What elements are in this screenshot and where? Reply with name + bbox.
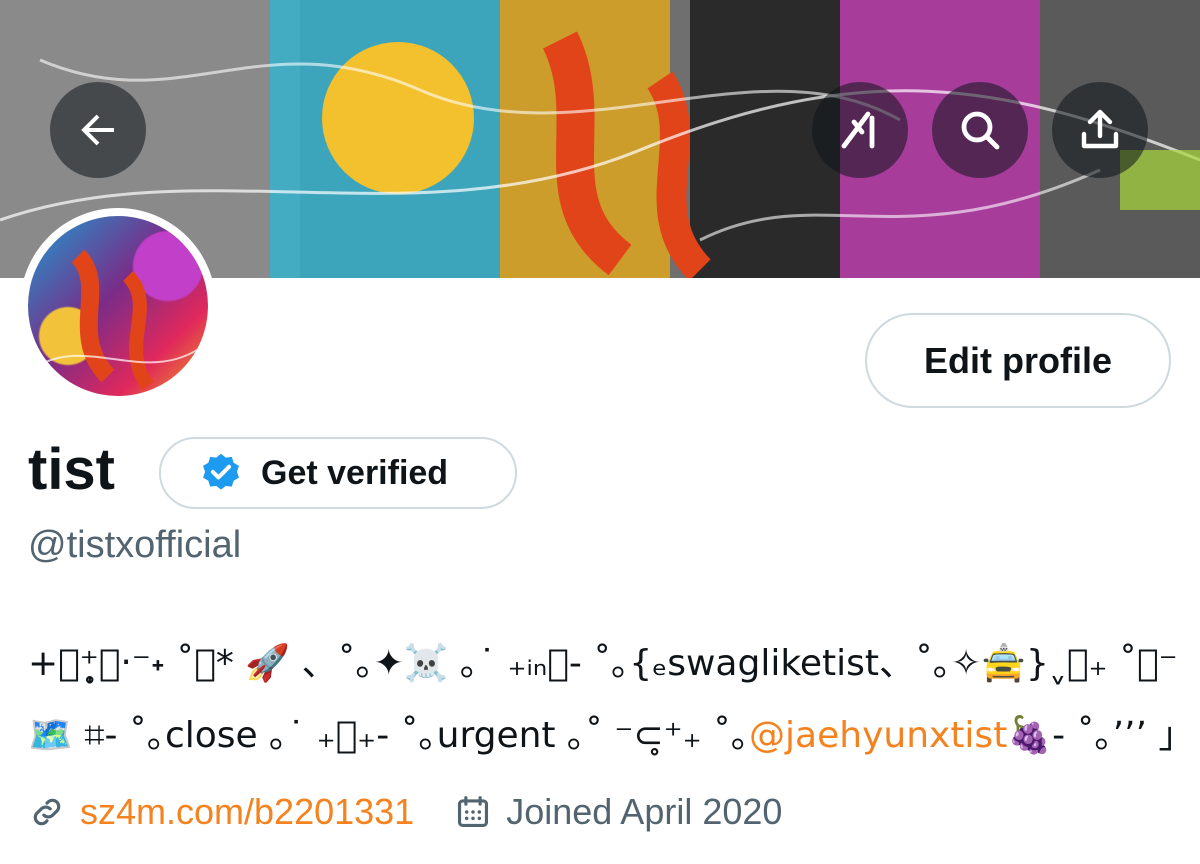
back-button[interactable] [50,82,146,178]
mention-link[interactable]: @jaehyunxtist [749,715,1007,756]
bio-text: 🗺️ ⌗- ˚｡close ｡˙ ₊⃞₊- ˚｡urgent ｡˚ ⁻⊂̥⁺₊ … [28,715,750,756]
calendar-icon [458,796,489,828]
link-icon [33,798,61,826]
get-verified-button[interactable]: Get verified [159,437,517,509]
share-button[interactable] [1052,82,1148,178]
get-verified-label: Get verified [261,453,449,492]
joined-date: Joined April 2020 [506,791,783,832]
bio-line-1: +⃞⁺̥̩͙‧⁻˖ ˚｡* 🚀 、˚｡✦☠️ ｡˙ ₊ᵢₙ⃞- ˚｡{ₑswag… [28,643,1178,684]
edit-profile-button[interactable]: Edit profile [865,313,1171,408]
profile-meta: sz4m.com/b2201331 Joined April 2020 [28,788,782,836]
grok-button[interactable] [812,82,908,178]
profile-link[interactable]: sz4m.com/b2201331 [80,791,414,833]
username-handle: @tistxofficial [28,524,242,566]
share-icon [1081,109,1119,149]
arrow-left-icon [81,114,114,146]
bio-line-2: 🗺️ ⌗- ˚｡close ｡˙ ₊⃞₊- ˚｡urgent ｡˚ ⁻⊂̥⁺₊ … [28,700,1178,772]
search-button[interactable] [932,82,1028,178]
avatar-image [28,216,208,396]
display-name: tist [28,437,115,502]
avatar[interactable] [20,208,216,404]
grok-icon [841,111,875,149]
verified-badge-icon [203,453,239,490]
bio-text: 🍇- ˚｡ʼʼʼ 」 [1007,715,1178,756]
profile-bio: +⃞⁺̥̩͙‧⁻˖ ˚｡* 🚀 、˚｡✦☠️ ｡˙ ₊ᵢₙ⃞- ˚｡{ₑswag… [28,628,1178,772]
search-icon [961,111,1000,150]
